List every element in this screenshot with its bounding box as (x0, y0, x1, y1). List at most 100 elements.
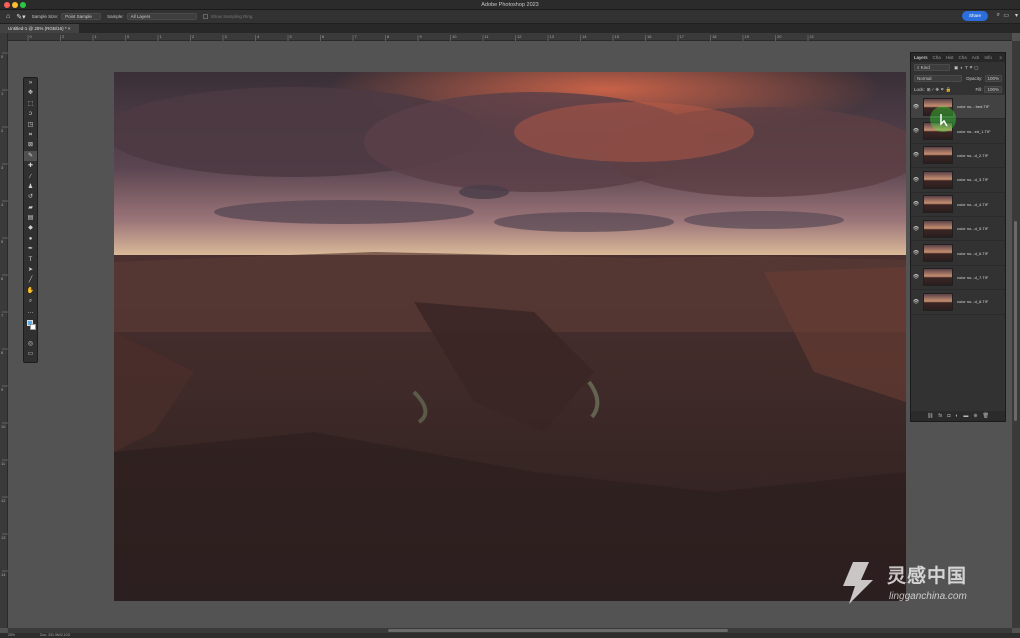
new-layer-icon[interactable]: ⊕ (973, 413, 977, 419)
cursor-highlight (930, 106, 956, 132)
visibility-eye-icon[interactable]: 👁 (911, 128, 921, 134)
vertical-scrollbar[interactable] (1012, 41, 1020, 628)
tab-actions[interactable]: Acti (972, 55, 980, 60)
layer-row[interactable]: 👁 color no...d_5.TIF (911, 217, 1005, 242)
document-canvas[interactable] (114, 72, 906, 601)
collapse-tools-icon[interactable]: » (24, 78, 37, 88)
link-layers-icon[interactable]: ⛓ (927, 413, 933, 419)
vertical-scroll-thumb[interactable] (1014, 221, 1017, 421)
screen-mode-icon[interactable]: ▭ (24, 349, 37, 359)
new-group-icon[interactable]: ▬ (963, 413, 968, 419)
layer-name[interactable]: color no...d_8.TIF (957, 299, 988, 304)
layer-name[interactable]: color no...d_7.TIF (957, 275, 988, 280)
zoom-level[interactable]: 25% (8, 633, 15, 638)
workspace-icon[interactable]: ▭ (1003, 12, 1009, 19)
brush-tool-icon[interactable]: ∕ (24, 172, 37, 182)
panel-menu-icon[interactable]: ≡ (999, 55, 1002, 60)
share-button[interactable]: Share (961, 11, 988, 21)
visibility-eye-icon[interactable]: 👁 (911, 299, 921, 305)
background-color-swatch[interactable] (30, 323, 36, 330)
layer-row[interactable]: 👁 color no... bed.TIF (911, 95, 1005, 120)
horizontal-ruler[interactable]: 0 2 1 0 1 2 3 4 5 6 7 8 9 10 11 12 13 14 15 16 17 18 19 20 21 (8, 33, 1012, 41)
visibility-eye-icon[interactable]: 👁 (911, 250, 921, 256)
search-icon[interactable]: ⌕ (997, 12, 1000, 19)
color-swatches[interactable] (24, 317, 37, 339)
visibility-eye-icon[interactable]: 👁 (911, 104, 921, 110)
layer-row[interactable]: 👁 color no...d_8.TIF (911, 290, 1005, 315)
tab-info[interactable]: Info (984, 55, 992, 60)
more-tools-icon[interactable]: … (24, 307, 37, 317)
visibility-eye-icon[interactable]: 👁 (911, 177, 921, 183)
layer-row[interactable]: 👁 color no...d_6.TIF (911, 241, 1005, 266)
object-selection-tool-icon[interactable]: ◳ (24, 120, 37, 130)
vertical-ruler[interactable]: 0 1 2 3 4 5 6 7 8 9 10 11 12 13 14 (0, 33, 8, 628)
visibility-eye-icon[interactable]: 👁 (911, 274, 921, 280)
layer-name[interactable]: color no...d_5.TIF (957, 226, 988, 231)
ruler-tick-label: 20 (777, 34, 782, 39)
layer-name[interactable]: color no...d_4.TIF (957, 202, 988, 207)
document-tab-bar: Untitled-1 @ 25% (RGB/16) * × (0, 24, 1020, 33)
ruler-tick-label: 14 (1, 572, 6, 577)
gradient-tool-icon[interactable]: ▤ (24, 213, 37, 223)
type-tool-icon[interactable]: T (24, 255, 37, 265)
filter-icons[interactable]: ▣◐T⌗▢ (954, 65, 981, 71)
blend-mode-select[interactable]: Normal (914, 75, 962, 82)
layer-name[interactable]: color no...d_3.TIF (957, 177, 988, 182)
delete-layer-icon[interactable]: 🗑 (983, 413, 989, 419)
quick-mask-icon[interactable]: ◎ (24, 339, 37, 349)
add-mask-icon[interactable]: ◘ (947, 413, 950, 419)
adjustment-layer-icon[interactable]: ◐ (955, 413, 958, 419)
layer-row[interactable]: 👁 color no...d_3.TIF (911, 168, 1005, 193)
workspace-menu-icon[interactable]: ▾ (1015, 12, 1018, 19)
sample-size-select[interactable]: Point Sample (61, 13, 102, 20)
kind-filter-select[interactable]: ⌕ Kind (914, 64, 950, 71)
crop-tool-icon[interactable]: ⌗ (24, 130, 37, 140)
layer-row[interactable]: 👁 color no...d_7.TIF (911, 266, 1005, 291)
marquee-tool-icon[interactable]: ⬚ (24, 99, 37, 109)
layer-name[interactable]: color no...d_6.TIF (957, 251, 988, 256)
blur-tool-icon[interactable]: ◆ (24, 223, 37, 233)
photoshop-window: Adobe Photoshop 2023 ⌂ ✎▾ Sample Size: P… (0, 0, 1020, 638)
document-tab[interactable]: Untitled-1 @ 25% (RGB/16) * × (0, 24, 79, 33)
tab-character[interactable]: Cha (959, 55, 967, 60)
eraser-tool-icon[interactable]: ▰ (24, 203, 37, 213)
sample-select[interactable]: All Layers (126, 13, 197, 20)
layer-row[interactable]: 👁 color no...d_2.TIF (911, 144, 1005, 169)
move-tool-icon[interactable]: ✥ (24, 88, 37, 98)
dodge-tool-icon[interactable]: ● (24, 234, 37, 244)
layer-row[interactable]: 👁 color no...ed_1.TIF (911, 119, 1005, 144)
hand-tool-icon[interactable]: ✋ (24, 286, 37, 296)
tab-layers[interactable]: Layers (914, 55, 928, 60)
layer-name[interactable]: color no...d_2.TIF (957, 153, 988, 158)
ruler-tick-label: 7 (355, 34, 358, 39)
frame-tool-icon[interactable]: ⊠ (24, 140, 37, 150)
path-selection-tool-icon[interactable]: ➤ (24, 265, 37, 275)
lock-icons[interactable]: ⊞∕✥⌗🔒 (927, 87, 953, 93)
lasso-tool-icon[interactable]: ↄ (24, 109, 37, 119)
eyedropper-tool-preset-icon[interactable]: ✎▾ (16, 13, 25, 21)
layer-row[interactable]: 👁 color no...d_4.TIF (911, 193, 1005, 217)
clone-stamp-tool-icon[interactable]: ♟ (24, 182, 37, 192)
layer-style-icon[interactable]: fx (938, 413, 942, 419)
fill-field[interactable]: 100% (984, 86, 1002, 93)
visibility-eye-icon[interactable]: 👁 (911, 152, 921, 158)
show-sampling-ring-checkbox[interactable] (202, 14, 208, 19)
visibility-eye-icon[interactable]: 👁 (911, 201, 921, 207)
ruler-tick-label: 1 (95, 34, 98, 39)
healing-brush-tool-icon[interactable]: ✚ (24, 161, 37, 171)
visibility-eye-icon[interactable]: 👁 (911, 226, 921, 232)
tab-history[interactable]: Hist (946, 55, 954, 60)
line-tool-icon[interactable]: ╱ (24, 275, 37, 285)
close-tab-icon[interactable]: × (68, 26, 71, 31)
horizontal-scroll-thumb[interactable] (388, 629, 728, 632)
opacity-field[interactable]: 100% (984, 75, 1003, 82)
home-icon[interactable]: ⌂ (6, 13, 10, 20)
layer-name[interactable]: color no...ed_1.TIF (957, 129, 991, 134)
zoom-tool-icon[interactable]: ⌕ (24, 296, 37, 306)
pen-tool-icon[interactable]: ✒ (24, 244, 37, 254)
layer-name[interactable]: color no... bed.TIF (957, 104, 989, 109)
tab-channels[interactable]: Cha (933, 55, 941, 60)
layer-thumbnail (923, 170, 953, 189)
history-brush-tool-icon[interactable]: ↺ (24, 192, 37, 202)
eyedropper-tool-icon[interactable]: ✎ (24, 150, 37, 162)
